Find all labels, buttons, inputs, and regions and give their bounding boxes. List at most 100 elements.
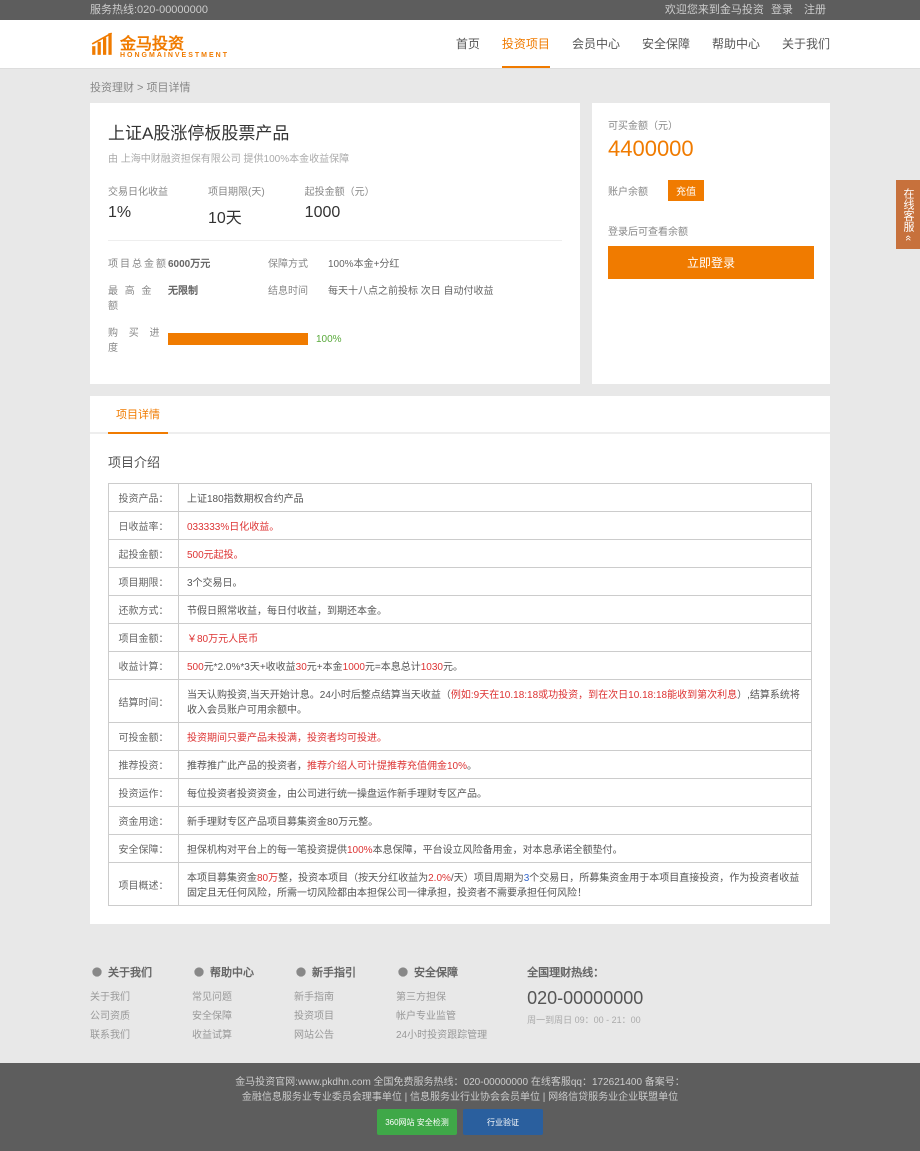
row-key: 还款方式： — [109, 596, 179, 624]
row-key: 起投金额： — [109, 540, 179, 568]
login-link[interactable]: 登录 — [771, 4, 793, 16]
stat3-val: 1000 — [305, 204, 375, 222]
footer-link[interactable]: 公司资质 — [90, 1007, 152, 1022]
online-service-floater[interactable]: 在线客服 « — [896, 180, 920, 249]
breadcrumb-root[interactable]: 投资理财 — [90, 82, 134, 94]
row-key: 项目概述： — [109, 863, 179, 906]
footer-col-title: 新手指引 — [294, 964, 356, 980]
avail-amount: 4400000 — [608, 136, 814, 162]
nav-member[interactable]: 会员中心 — [572, 21, 620, 68]
table-row: 项目概述：本项目募集资金80万整，投资本项目（按天分红收益为2.0%/天）项目周… — [109, 863, 812, 906]
footer-column: 帮助中心常见问题安全保障收益试算 — [192, 964, 254, 1045]
footer-col-title: 关于我们 — [90, 964, 152, 980]
nav-about[interactable]: 关于我们 — [782, 21, 830, 68]
welcome-text: 欢迎您来到金马投资 — [665, 4, 764, 16]
register-link[interactable]: 注册 — [804, 4, 826, 16]
row-key: 项目期限： — [109, 568, 179, 596]
row-key: 推荐投资： — [109, 751, 179, 779]
r1l2: 保障方式 — [268, 255, 328, 270]
login-now-button[interactable]: 立即登录 — [608, 246, 814, 279]
breadcrumb-leaf: 项目详情 — [147, 82, 191, 94]
r1l: 项目总金额 — [108, 255, 168, 270]
tab-detail[interactable]: 项目详情 — [108, 396, 168, 434]
nav-invest[interactable]: 投资项目 — [502, 21, 550, 68]
breadcrumb: 投资理财 > 项目详情 — [90, 69, 830, 103]
footer-column: 新手指引新手指南投资项目网站公告 — [294, 964, 356, 1045]
row-val: 上证180指数期权合约产品 — [179, 484, 812, 512]
footer-link[interactable]: 24小时投资跟踪管理 — [396, 1026, 487, 1041]
nav-help[interactable]: 帮助中心 — [712, 21, 760, 68]
footer-link[interactable]: 投资项目 — [294, 1007, 356, 1022]
r1v: 6000万元 — [168, 255, 268, 270]
hotline-time: 周一到周日 09：00 - 21：00 — [527, 1013, 643, 1026]
row-key: 资金用途： — [109, 807, 179, 835]
footer-hotline: 全国理财热线：020-00000000周一到周日 09：00 - 21：00 — [527, 964, 643, 1045]
r2l2: 结息时间 — [268, 282, 328, 312]
gear-icon — [90, 965, 104, 979]
prog-pct: 100% — [316, 334, 342, 345]
r2l: 最 高 金 额 — [108, 282, 168, 312]
logo[interactable]: 金马投资HONGMAINVESTMENT — [90, 30, 229, 59]
footer-link[interactable]: 联系我们 — [90, 1026, 152, 1041]
footer-link[interactable]: 网站公告 — [294, 1026, 356, 1041]
balance-label: 账户余额 — [608, 183, 648, 198]
footer-link[interactable]: 常见问题 — [192, 988, 254, 1003]
row-key: 项目金额： — [109, 624, 179, 652]
table-row: 还款方式：节假日照常收益，每日付收益，到期还本金。 — [109, 596, 812, 624]
recharge-button[interactable]: 充值 — [668, 180, 704, 201]
nav-security[interactable]: 安全保障 — [642, 21, 690, 68]
footer-link[interactable]: 安全保障 — [192, 1007, 254, 1022]
table-row: 结算时间：当天认购投资,当天开始计息。24小时后整点结算当天收益（例如:9天在1… — [109, 680, 812, 723]
table-row: 投资运作：每位投资者投资资金，由公司进行统一操盘运作新手理财专区产品。 — [109, 779, 812, 807]
r2v2: 每天十八点之前投标 次日 自动付收益 — [328, 282, 494, 312]
row-val: 担保机构对平台上的每一笔投资提供100%本息保障，平台设立风险备用金，对本息承诺… — [179, 835, 812, 863]
row-val: ￥80万元人民币 — [179, 624, 812, 652]
stat2-val: 10天 — [208, 204, 265, 228]
main-nav: 首页 投资项目 会员中心 安全保障 帮助中心 关于我们 — [456, 21, 830, 68]
r1v2: 100%本金+分红 — [328, 255, 399, 270]
row-key: 收益计算： — [109, 652, 179, 680]
row-val: 当天认购投资,当天开始计息。24小时后整点结算当天收益（例如:9天在10.18:… — [179, 680, 812, 723]
footer-link[interactable]: 收益试算 — [192, 1026, 254, 1041]
stat1-val: 1% — [108, 204, 168, 222]
footer-link[interactable]: 帐户专业监管 — [396, 1007, 487, 1022]
row-val: 3个交易日。 — [179, 568, 812, 596]
stat3-label: 起投金额（元） — [305, 183, 375, 198]
nav-home[interactable]: 首页 — [456, 21, 480, 68]
chart-icon — [90, 31, 116, 57]
section-title: 项目介绍 — [108, 452, 812, 471]
row-key: 日收益率： — [109, 512, 179, 540]
product-subtitle: 由 上海中财融资担保有限公司 提供100%本金收益保障 — [108, 150, 562, 165]
detail-table: 投资产品：上证180指数期权合约产品日收益率：033333%日化收益。起投金额：… — [108, 483, 812, 906]
footer-column: 安全保障第三方担保帐户专业监管 24小时投资跟踪管理 — [396, 964, 487, 1045]
footer-column: 关于我们关于我们公司资质联系我们 — [90, 964, 152, 1045]
footer-link[interactable]: 第三方担保 — [396, 988, 487, 1003]
security-badge[interactable]: 360网站 安全检测 — [377, 1109, 457, 1135]
industry-badge[interactable]: 行业验证 — [463, 1109, 543, 1135]
row-val: 033333%日化收益。 — [179, 512, 812, 540]
row-val: 节假日照常收益，每日付收益，到期还本金。 — [179, 596, 812, 624]
row-val: 投资期间只要产品未投满，投资者均可投进。 — [179, 723, 812, 751]
row-key: 安全保障： — [109, 835, 179, 863]
table-row: 起投金额：500元起投。 — [109, 540, 812, 568]
table-row: 投资产品：上证180指数期权合约产品 — [109, 484, 812, 512]
table-row: 项目期限：3个交易日。 — [109, 568, 812, 596]
footer-col-title: 帮助中心 — [192, 964, 254, 980]
footer-link[interactable]: 新手指南 — [294, 988, 356, 1003]
gear-icon — [396, 965, 410, 979]
gear-icon — [192, 965, 206, 979]
row-val: 500元起投。 — [179, 540, 812, 568]
table-row: 安全保障：担保机构对平台上的每一笔投资提供100%本息保障，平台设立风险备用金，… — [109, 835, 812, 863]
footer-col-title: 安全保障 — [396, 964, 487, 980]
hotline-text: 服务热线:020-00000000 — [90, 0, 208, 20]
avail-label: 可买金额（元） — [608, 117, 814, 132]
row-val: 新手理财专区产品项目募集资金80万元整。 — [179, 807, 812, 835]
table-row: 推荐投资：推荐推广此产品的投资者，推荐介绍人可计提推荐充值佣金10%。 — [109, 751, 812, 779]
row-key: 可投金额： — [109, 723, 179, 751]
footer-link[interactable]: 关于我们 — [90, 988, 152, 1003]
product-title: 上证A股涨停板股票产品 — [108, 119, 562, 144]
logo-sub: HONGMAINVESTMENT — [120, 52, 229, 59]
table-row: 收益计算：500元*2.0%*3天+收收益30元+本金1000元=本息总计103… — [109, 652, 812, 680]
table-row: 日收益率：033333%日化收益。 — [109, 512, 812, 540]
login-tip: 登录后可查看余额 — [608, 223, 814, 238]
